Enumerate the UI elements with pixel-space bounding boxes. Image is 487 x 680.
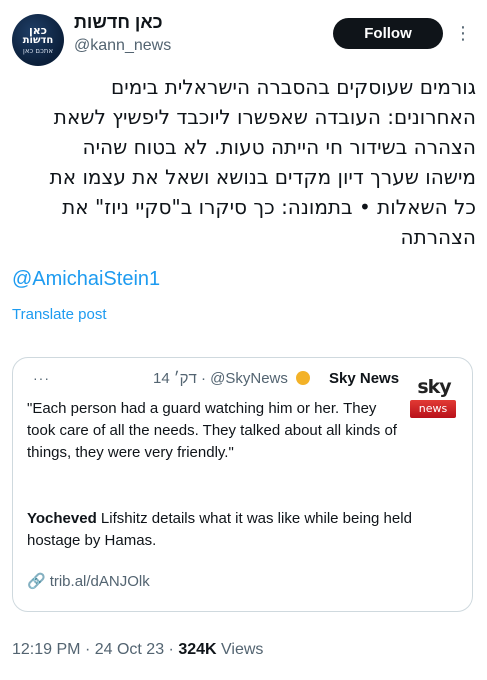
quote-handle[interactable]: @SkyNews [210, 370, 288, 387]
tweet-line: הצהרה בשידור חי הייתה טעות. לא בטוח שהיה [82, 135, 476, 159]
post-date[interactable]: 24 Oct 23 [95, 641, 164, 658]
display-name[interactable]: כאן חדשות [74, 12, 163, 33]
quoted-post-card[interactable]: ··· 14 דק׳ · @SkyNews Sky News sky news … [12, 357, 473, 612]
quote-separator: · [200, 370, 206, 387]
views-label: Views [221, 641, 264, 658]
tweet-header: כאן חדשות אתכם כאן כאן חדשות @kann_news … [0, 0, 487, 70]
tweet-line: מישהו שערך דיון מקדים בנושא ושאל את עצמו… [49, 165, 476, 189]
user-handle[interactable]: @kann_news [74, 37, 171, 55]
views-count: 324K [178, 641, 217, 658]
quote-body: Yocheved Lifshitz details what it was li… [27, 508, 457, 552]
tweet-line: גורמים שעוסקים בהסברה הישראלית בימים [110, 75, 476, 99]
avatar[interactable]: כאן חדשות אתכם כאן [12, 14, 64, 66]
translate-post-link[interactable]: Translate post [12, 306, 107, 323]
avatar-text-bottom: אתכם כאן [22, 47, 54, 55]
post-footer: 12:19 PM · 24 Oct 23 · 324K Views [12, 641, 263, 659]
sky-logo-badge: news [410, 400, 456, 418]
follow-button[interactable]: Follow [333, 18, 443, 49]
footer-separator: · [168, 641, 174, 658]
quote-meta: 14 דק׳ · @SkyNews [153, 370, 314, 387]
tweet-line: הצהרתה [400, 225, 477, 249]
mention-link[interactable]: @AmichaiStein1 [12, 268, 160, 291]
quote-link[interactable]: 🔗 trib.al/dANJOlk [27, 572, 150, 590]
quote-more-icon[interactable]: ··· [33, 370, 50, 386]
sky-logo-word: sky [417, 376, 451, 398]
more-options-icon[interactable]: ⋮ [452, 21, 474, 45]
avatar-text-middle: חדשות [22, 35, 54, 46]
sun-badge-icon [296, 371, 311, 385]
tweet-text: גורמים שעוסקים בהסברה הישראלית בימים האח… [12, 72, 476, 252]
tweet-line: כל השאלות • בתמונה: כך סיקרו ב"סקיי ניוז… [62, 195, 476, 219]
quote-time: 14 דק׳ [153, 370, 197, 387]
quote-body-bold: Yocheved [27, 510, 97, 527]
tweet-line: האחרונים: העובדה שאפשרו ליוכבד ליפשיץ לש… [53, 105, 476, 129]
link-icon: 🔗 [27, 573, 46, 590]
quote-text: "Each person had a guard watching him or… [27, 400, 397, 461]
footer-separator: · [84, 641, 91, 658]
post-time[interactable]: 12:19 PM [12, 641, 80, 658]
quote-link-text[interactable]: trib.al/dANJOlk [50, 573, 150, 590]
quote-author-name[interactable]: Sky News [329, 370, 399, 387]
sky-news-logo: sky news [407, 376, 459, 422]
